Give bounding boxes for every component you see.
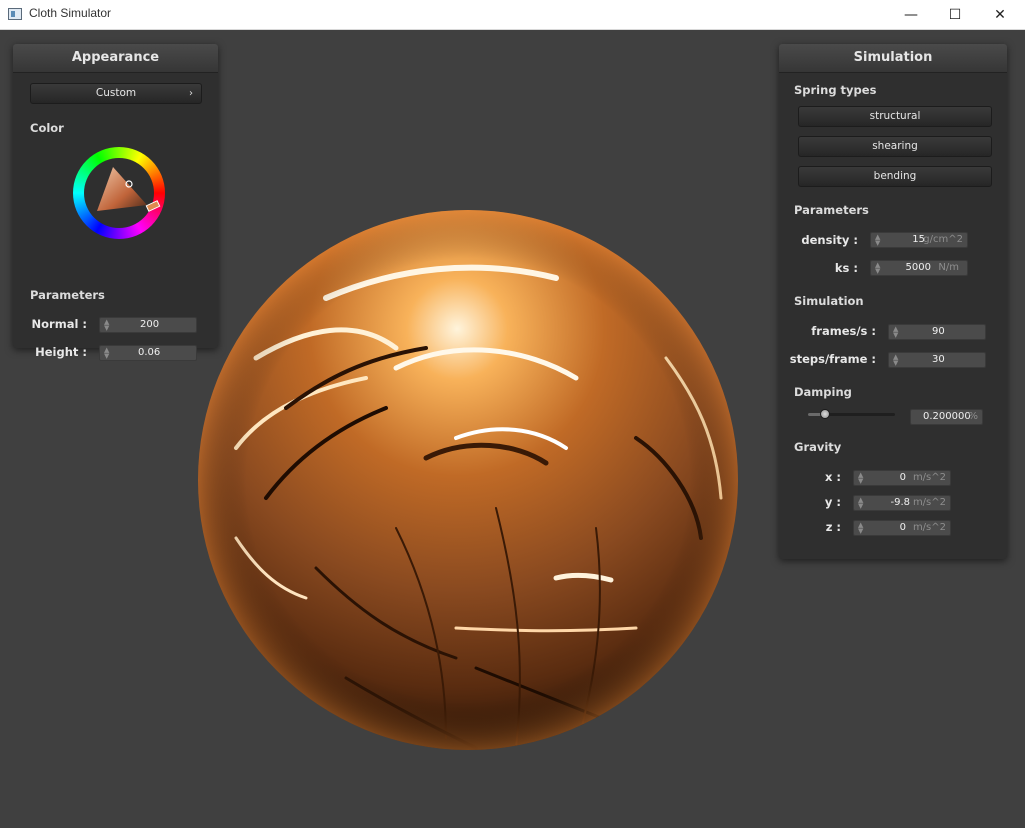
color-label: Color [30, 121, 64, 135]
simulation-panel-title: Simulation [779, 44, 1007, 73]
gravity-x-input[interactable]: ▲ ▼ 0 m/s^2 [853, 470, 951, 486]
fps-label: frames/s : [811, 324, 876, 338]
app-icon [8, 8, 22, 20]
maximize-button[interactable]: ☐ [932, 0, 978, 30]
fps-input[interactable]: ▲ ▼ 90 [888, 324, 986, 340]
gravity-x-label: x : [824, 470, 841, 484]
structural-button[interactable]: structural [798, 106, 992, 127]
gravity-z-label: z : [825, 520, 841, 534]
normal-label: Normal : [31, 317, 87, 331]
damping-slider-handle[interactable] [820, 409, 830, 419]
gravity-label: Gravity [794, 440, 842, 454]
shader-select[interactable]: Custom › [30, 83, 202, 104]
spinner-icon: ▲ ▼ [875, 261, 881, 275]
spring-types-label: Spring types [794, 83, 877, 97]
height-label: Height : [35, 345, 87, 359]
sphere-render [198, 210, 738, 750]
sim-parameters-label: Parameters [794, 203, 869, 217]
ks-label: ks : [834, 261, 858, 275]
height-input[interactable]: ▲ ▼ 0.06 [99, 345, 197, 361]
window-title: Cloth Simulator [29, 6, 112, 20]
steps-input[interactable]: ▲ ▼ 30 [888, 352, 986, 368]
title-bar: Cloth Simulator — ☐ ✕ [0, 0, 1025, 30]
damping-label: Damping [794, 385, 852, 399]
minimize-button[interactable]: — [888, 0, 934, 30]
bending-button[interactable]: bending [798, 166, 992, 187]
appearance-parameters-label: Parameters [30, 288, 105, 302]
appearance-panel: Appearance Custom › Color Parameters Nor… [13, 44, 218, 361]
damping-slider[interactable] [808, 409, 895, 419]
steps-label: steps/frame : [789, 352, 876, 366]
color-wheel[interactable] [73, 147, 165, 239]
density-label: density : [801, 233, 858, 247]
shader-select-value: Custom [95, 87, 137, 99]
spinner-icon: ▲ ▼ [893, 353, 899, 367]
gravity-y-input[interactable]: ▲ ▼ -9.8 m/s^2 [853, 495, 951, 511]
damping-input[interactable]: 0.200000 % [910, 409, 983, 425]
spinner-icon: ▲ ▼ [893, 325, 899, 339]
shearing-button[interactable]: shearing [798, 136, 992, 157]
color-triangle[interactable] [73, 147, 165, 239]
spinner-icon: ▲ ▼ [858, 471, 864, 485]
ks-input[interactable]: ▲ ▼ 5000 N/m [870, 260, 968, 276]
appearance-panel-title: Appearance [13, 44, 218, 73]
spinner-icon: ▲ ▼ [104, 346, 110, 360]
spinner-icon: ▲ ▼ [858, 521, 864, 535]
density-input[interactable]: ▲ ▼ 15 g/cm^2 [870, 232, 968, 248]
close-button[interactable]: ✕ [977, 0, 1023, 30]
render-viewport[interactable]: Appearance Custom › Color Parameters Nor… [0, 30, 1025, 828]
simulation-panel: Simulation Spring types structural shear… [779, 44, 1007, 559]
simulation-section-label: Simulation [794, 294, 864, 308]
chevron-right-icon: › [189, 88, 193, 99]
gravity-z-input[interactable]: ▲ ▼ 0 m/s^2 [853, 520, 951, 536]
normal-input[interactable]: ▲ ▼ 200 [99, 317, 197, 333]
spinner-icon: ▲ ▼ [875, 233, 881, 247]
spinner-icon: ▲ ▼ [858, 496, 864, 510]
gravity-y-label: y : [824, 495, 841, 509]
cloth-sphere [196, 208, 741, 753]
spinner-icon: ▲ ▼ [104, 318, 110, 332]
